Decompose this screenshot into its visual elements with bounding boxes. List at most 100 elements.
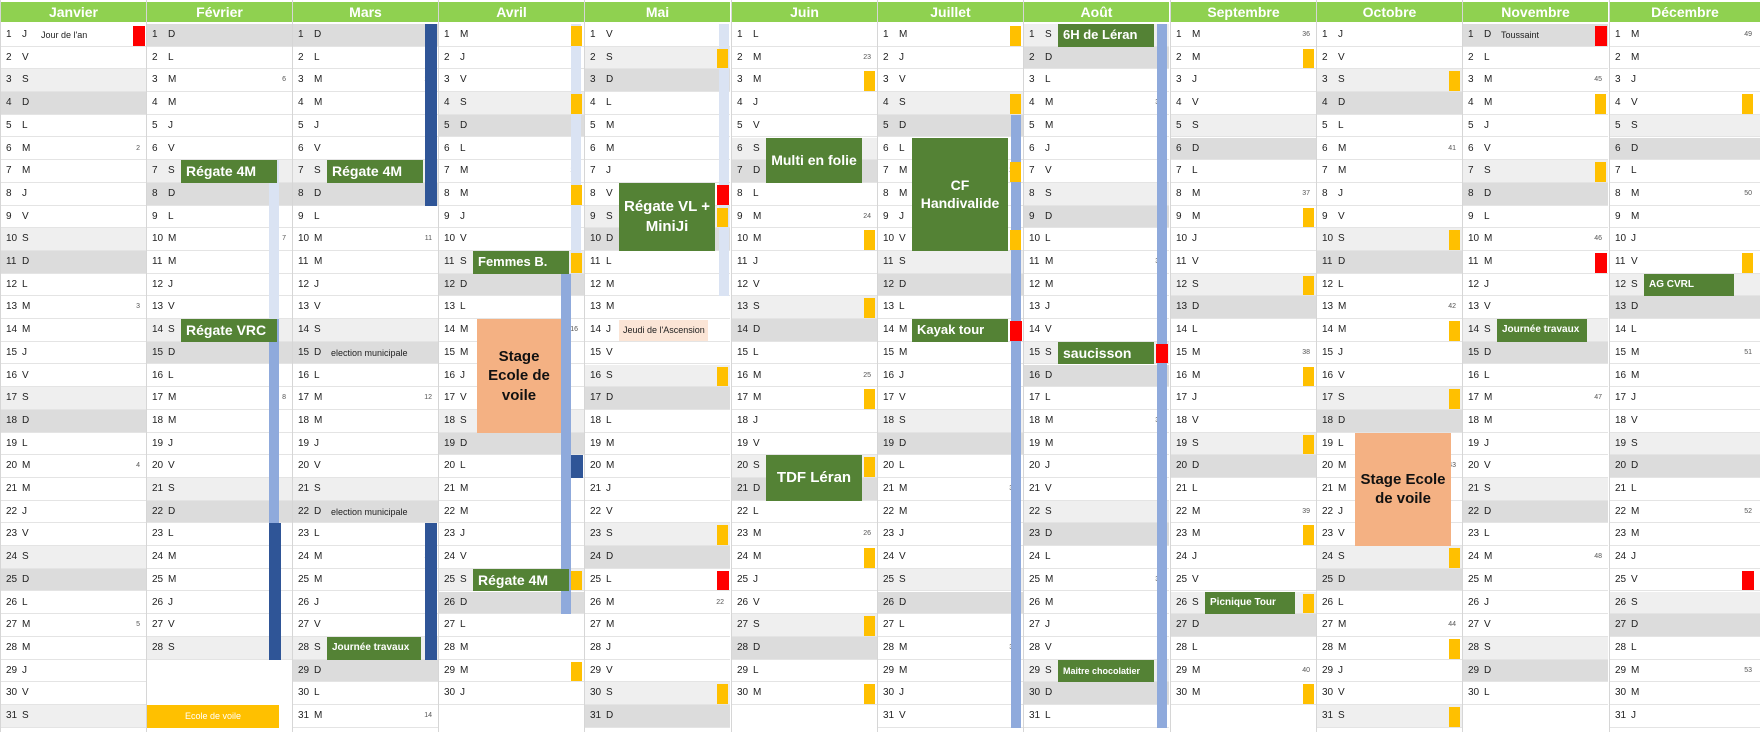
day-row[interactable]: 22 L	[732, 501, 877, 524]
day-row[interactable]: 21 V	[1024, 478, 1169, 501]
day-row[interactable]: 13 V	[1463, 296, 1608, 320]
day-row[interactable]: 11 M	[293, 251, 438, 274]
day-row[interactable]: 30 M	[1610, 682, 1760, 705]
day-row[interactable]: 12 V	[732, 274, 877, 297]
day-row[interactable]: 31 L	[1024, 705, 1169, 728]
day-row[interactable]: 3S	[1317, 69, 1462, 93]
day-row[interactable]: 16 V	[1, 365, 146, 388]
day-row[interactable]: 11 D	[1317, 251, 1462, 274]
day-row[interactable]: 13 M	[585, 296, 730, 320]
day-row[interactable]: 17 J	[1171, 387, 1316, 410]
day-row[interactable]: 30 J	[439, 682, 584, 705]
day-row[interactable]: 11 M	[1024, 251, 1169, 274]
day-row[interactable]: 7J	[585, 160, 730, 183]
day-row[interactable]: 16 D	[1024, 364, 1169, 388]
day-row[interactable]: 14 L	[1171, 319, 1316, 342]
day-row[interactable]: 17 D	[585, 387, 730, 410]
day-row[interactable]: 15 J	[1, 342, 146, 365]
day-row[interactable]: 28 M	[439, 637, 584, 660]
day-row[interactable]: 29 L	[732, 660, 877, 683]
day-row[interactable]: 5D	[439, 114, 584, 138]
day-row[interactable]: 8M	[1610, 183, 1760, 206]
day-row[interactable]: 23 S	[585, 523, 730, 547]
day-row[interactable]: 22 M	[878, 501, 1023, 524]
day-row[interactable]: 9D	[1024, 205, 1169, 229]
event-block[interactable]: Picnique Tour	[1205, 591, 1295, 615]
day-row[interactable]: 16 M	[1610, 365, 1760, 388]
day-row[interactable]: 24 V	[878, 546, 1023, 569]
day-row[interactable]: 21 J	[585, 478, 730, 501]
day-row[interactable]: 13 D	[1610, 296, 1760, 320]
day-row[interactable]: 19 M	[1024, 433, 1169, 456]
day-row[interactable]: 17 S	[1317, 387, 1462, 410]
day-row[interactable]: 6D	[1610, 137, 1760, 161]
day-row[interactable]: 29 M	[878, 660, 1023, 683]
stage-block[interactable]: Stage Ecole de voile	[477, 319, 561, 433]
day-row[interactable]: 7M	[1317, 160, 1462, 183]
day-row[interactable]: 28 J	[585, 637, 730, 660]
day-row[interactable]: 23 D	[1024, 523, 1169, 547]
day-row[interactable]: 25 M	[1463, 569, 1608, 592]
day-row[interactable]: 3L	[1024, 69, 1169, 93]
day-row[interactable]: 13 M	[1, 296, 146, 320]
day-row[interactable]: 13 M	[1317, 296, 1462, 320]
day-row[interactable]: 17 S	[1, 387, 146, 410]
day-row[interactable]: 6V	[1463, 138, 1608, 161]
day-row[interactable]: 3D	[585, 69, 730, 93]
day-row[interactable]: 20 L	[878, 455, 1023, 478]
day-row[interactable]: 18 J	[732, 410, 877, 433]
day-row[interactable]: 14 V	[1024, 319, 1169, 342]
day-row[interactable]: 28 V	[1024, 637, 1169, 660]
day-row[interactable]: 6V	[293, 138, 438, 161]
day-row[interactable]: 20 M	[1, 455, 146, 478]
event-block[interactable]: Journée travaux	[327, 636, 421, 660]
day-row[interactable]: 12 S	[1171, 273, 1316, 297]
day-row[interactable]: 31 M	[293, 705, 438, 728]
day-row[interactable]: 10 S	[1317, 228, 1462, 251]
day-row[interactable]: 1M	[878, 24, 1023, 47]
day-row[interactable]: 21 M	[878, 478, 1023, 501]
day-row[interactable]: 29 V	[585, 660, 730, 683]
day-row[interactable]: 12 D	[878, 273, 1023, 297]
day-row[interactable]: 11 J	[732, 251, 877, 274]
day-row[interactable]: 11 D	[1, 251, 146, 274]
day-row[interactable]: 15 M	[878, 342, 1023, 365]
event-block[interactable]: TDF Léran	[766, 455, 862, 501]
day-row[interactable]: 6J	[1024, 138, 1169, 161]
day-row[interactable]: 30 L	[293, 682, 438, 705]
day-row[interactable]: 27 S	[732, 614, 877, 637]
day-row[interactable]: 18 V	[1171, 410, 1316, 433]
day-row[interactable]: 16 M	[1171, 365, 1316, 388]
day-row[interactable]: 31 V	[878, 705, 1023, 728]
day-row[interactable]: 17 L	[1024, 387, 1169, 410]
day-row[interactable]: 27 V	[1463, 614, 1608, 637]
day-row[interactable]: 11 L	[585, 251, 730, 274]
day-row[interactable]: 25 V	[1171, 569, 1316, 592]
day-row[interactable]: 19 S	[1610, 432, 1760, 456]
day-row[interactable]: 9M	[1171, 206, 1316, 229]
day-row[interactable]: 4D	[1, 92, 146, 115]
day-row[interactable]: 23 M	[1171, 523, 1316, 547]
day-row[interactable]: 16 S	[585, 364, 730, 388]
day-row[interactable]: 29 D	[1463, 659, 1608, 683]
day-row[interactable]: 7M	[439, 160, 584, 183]
day-row[interactable]: 8J	[1317, 183, 1462, 206]
day-row[interactable]: 30 M	[1171, 682, 1316, 705]
day-row[interactable]: 30 V	[1317, 682, 1462, 705]
event-block[interactable]: Régate VL + MiniJi	[619, 182, 715, 251]
day-row[interactable]: 16 V	[1317, 365, 1462, 388]
day-row[interactable]: 27 D	[1171, 614, 1316, 637]
day-row[interactable]: 23 L	[1463, 523, 1608, 547]
day-row[interactable]: 23 M	[1610, 523, 1760, 547]
day-row[interactable]: 6M	[1317, 138, 1462, 161]
day-row[interactable]: 24 D	[585, 546, 730, 569]
event-block[interactable]: Maitre chocolatier	[1058, 659, 1154, 683]
day-row[interactable]: 2V	[1, 47, 146, 70]
day-row[interactable]: 14 D	[732, 319, 877, 342]
day-row[interactable]: 11 V	[1171, 251, 1316, 274]
day-row[interactable]: 3V	[439, 69, 584, 93]
day-row[interactable]: 3J	[1171, 69, 1316, 93]
day-row[interactable]: 17 M	[293, 387, 438, 410]
day-row[interactable]: 2S	[585, 46, 730, 70]
day-row[interactable]: 30 D	[1024, 682, 1169, 705]
